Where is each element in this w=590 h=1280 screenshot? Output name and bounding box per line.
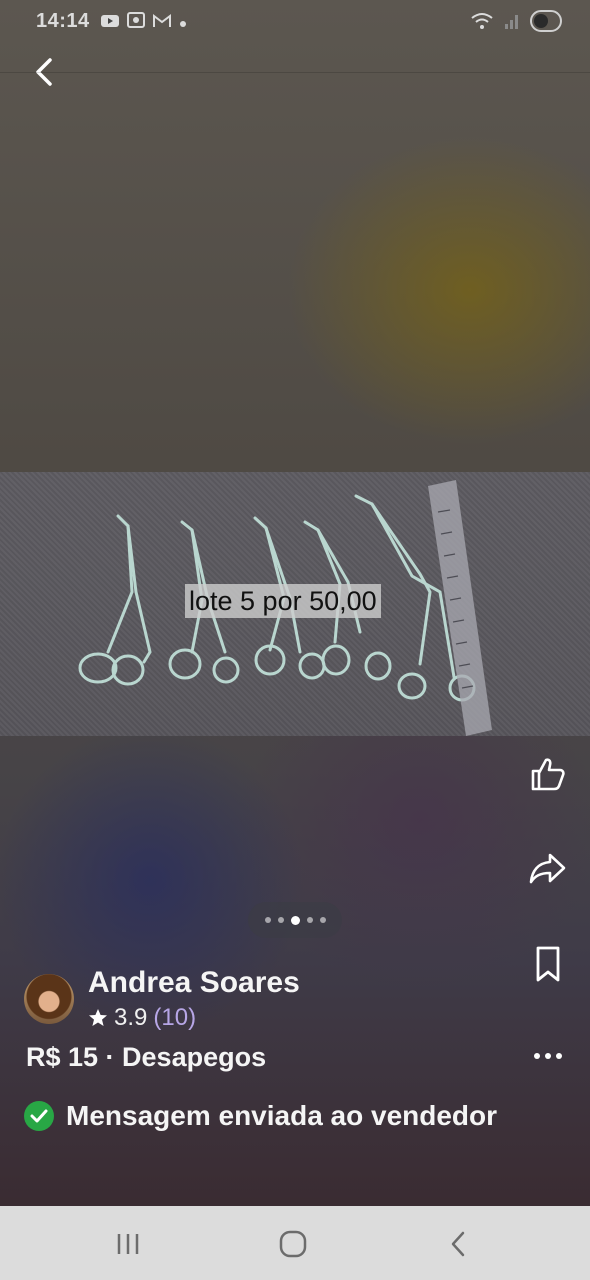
status-icons-left: [100, 11, 188, 35]
ruler-image: [428, 480, 492, 736]
more-button[interactable]: [526, 1034, 570, 1078]
save-button[interactable]: [526, 942, 570, 986]
gmail-icon: [152, 12, 172, 35]
more-dots-icon: [534, 1053, 562, 1059]
pager-dot[interactable]: [319, 917, 326, 923]
share-arrow-icon: [529, 853, 566, 884]
recent-apps-icon: [117, 1234, 139, 1254]
avatar[interactable]: [24, 974, 74, 1024]
home-button[interactable]: [271, 1224, 315, 1264]
message-sent-text: Mensagem enviada ao vendedor: [66, 1100, 498, 1131]
thumbs-up-icon: [531, 758, 565, 791]
seller-rating[interactable]: 3.9 (10): [88, 1004, 196, 1032]
recent-apps-button[interactable]: [106, 1224, 150, 1264]
photo-pager[interactable]: [248, 902, 342, 938]
seller-info[interactable]: Andrea Soares 3.9 (10): [24, 966, 504, 1032]
listing-screen: 14:14 lote 5 por 50,00 Andrea Soares 3.9…: [0, 0, 590, 1280]
action-column: [526, 752, 570, 1082]
like-button[interactable]: [526, 752, 570, 796]
rating-value: 3.9: [114, 1004, 148, 1031]
home-icon: [279, 1230, 307, 1258]
notification-dot-icon: [178, 12, 188, 35]
status-icons-right: [470, 10, 562, 38]
battery-icon: [530, 10, 562, 38]
bookmark-icon: [536, 946, 560, 982]
back-icon: [451, 1231, 465, 1257]
price-and-group: R$ 15 · Desapegos: [26, 1042, 267, 1072]
star-icon: [89, 1009, 107, 1026]
status-time: 14:14: [36, 10, 90, 32]
share-button[interactable]: [526, 846, 570, 890]
status-bar: 14:14: [0, 0, 590, 44]
system-back-button[interactable]: [436, 1224, 480, 1264]
youtube-icon: [100, 12, 120, 35]
rating-count: (10): [153, 1004, 197, 1031]
signal-icon: [504, 12, 520, 36]
pager-dot-active[interactable]: [290, 915, 300, 925]
message-sent-status: Mensagem enviada ao vendedor: [24, 1100, 497, 1132]
header-divider: [0, 72, 590, 73]
pager-dot[interactable]: [277, 917, 284, 923]
system-nav-bar: [0, 1206, 590, 1280]
listing-photo[interactable]: lote 5 por 50,00: [0, 472, 590, 736]
pager-dot[interactable]: [306, 917, 313, 923]
screenshot-icon: [126, 11, 146, 35]
check-circle-icon: [24, 1101, 54, 1131]
seller-name[interactable]: Andrea Soares: [88, 966, 300, 1000]
wifi-icon: [470, 11, 494, 37]
photo-caption: lote 5 por 50,00: [185, 584, 381, 618]
pager-dot[interactable]: [264, 917, 271, 923]
